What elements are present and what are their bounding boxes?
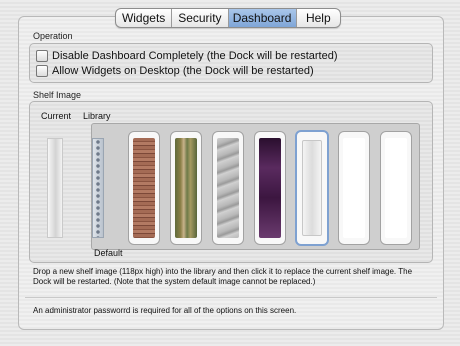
instructions-text: Drop a new shelf image (118px high) into… [33, 267, 413, 286]
divider [25, 297, 437, 298]
tab-bar: Widgets Security Dashboard Help [115, 8, 341, 28]
default-shelf-strip [92, 138, 104, 238]
library-slot-empty-1[interactable] [338, 131, 370, 245]
stone-wall-image [217, 138, 239, 238]
allow-widgets-label: Allow Widgets on Desktop (the Dock will … [52, 65, 314, 77]
current-shelf-image [47, 138, 63, 238]
tab-widgets[interactable]: Widgets [116, 9, 173, 27]
library-slot-stone[interactable] [212, 131, 244, 245]
default-label: Default [94, 248, 123, 258]
operation-group: Disable Dashboard Completely (the Dock w… [29, 43, 433, 83]
default-shelf-image [302, 140, 322, 236]
disable-dashboard-checkbox[interactable] [36, 50, 48, 62]
tab-help[interactable]: Help [297, 9, 340, 27]
library-slot-purple[interactable] [254, 131, 286, 245]
operation-title: Operation [33, 31, 73, 41]
empty-slot-image [385, 138, 407, 238]
tab-security[interactable]: Security [172, 9, 229, 27]
library-slot-brick[interactable] [128, 131, 160, 245]
allow-widgets-option[interactable]: Allow Widgets on Desktop (the Dock will … [36, 64, 314, 78]
library-label: Library [83, 111, 111, 121]
brick-wall-image [133, 138, 155, 238]
shelf-image-title: Shelf Image [33, 90, 82, 100]
tab-dashboard[interactable]: Dashboard [228, 9, 297, 27]
forest-image [175, 138, 197, 238]
library-well [91, 123, 420, 250]
library-slot-empty-2[interactable] [380, 131, 412, 245]
current-label: Current [41, 111, 72, 121]
purple-pattern-image [259, 138, 281, 238]
shelf-image-group: Current Library Default [29, 101, 433, 263]
disable-dashboard-option[interactable]: Disable Dashboard Completely (the Dock w… [36, 49, 338, 63]
disable-dashboard-label: Disable Dashboard Completely (the Dock w… [52, 50, 338, 62]
empty-slot-image [343, 138, 365, 238]
dashboard-panel: Operation Disable Dashboard Completely (… [18, 16, 444, 330]
library-slot-default[interactable] [295, 130, 329, 246]
admin-password-note: An administrator passworrd is required f… [33, 306, 297, 315]
library-slot-forest[interactable] [170, 131, 202, 245]
allow-widgets-checkbox[interactable] [36, 65, 48, 77]
